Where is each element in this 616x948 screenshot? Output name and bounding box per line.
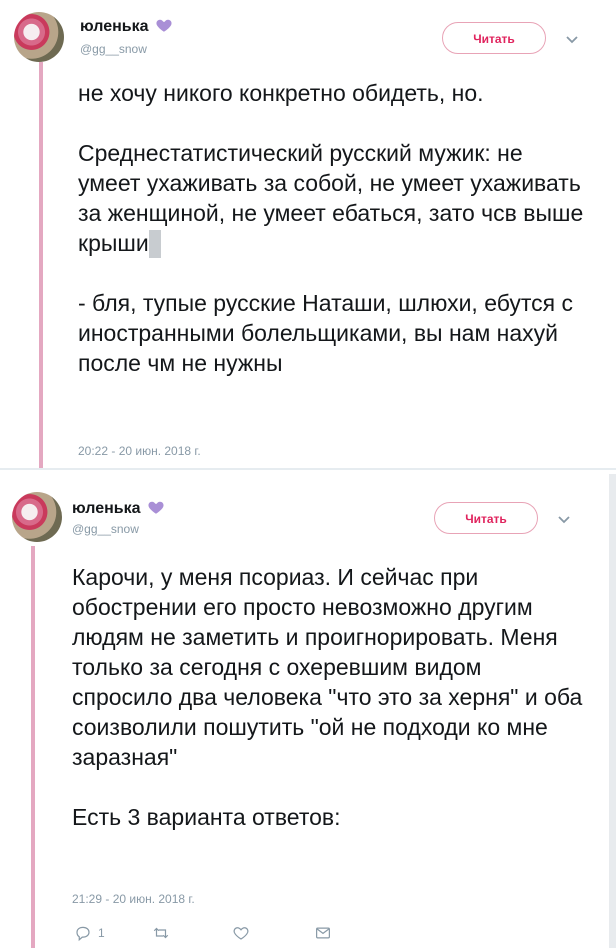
retweet-icon [153, 927, 169, 939]
like-button[interactable] [232, 924, 250, 942]
chevron-down-icon[interactable] [565, 35, 579, 45]
reply-icon [76, 926, 90, 942]
thread-line [31, 546, 35, 948]
tweet-1: юленька @gg__snow Читать не хочу никого … [0, 0, 616, 468]
tweet-text-paragraph: Карочи, у меня псориаз. И сейчас при обо… [72, 564, 589, 770]
reply-button[interactable]: 1 [74, 924, 105, 942]
thread-line [39, 62, 43, 468]
follow-button[interactable]: Читать [442, 22, 546, 54]
chevron-down-icon[interactable] [557, 515, 571, 525]
display-name[interactable]: юленька [72, 498, 165, 518]
reply-count: 1 [98, 926, 105, 940]
avatar[interactable] [12, 492, 62, 542]
tweet-actions: 1 [74, 924, 394, 944]
divider [0, 468, 616, 470]
like-icon [233, 927, 249, 940]
text-cursor [148, 230, 161, 258]
avatar[interactable] [14, 12, 64, 62]
display-name-text[interactable]: юленька [80, 18, 149, 35]
tweet-text-line: не хочу никого конкретно обидеть, но. [78, 80, 484, 106]
display-name-text[interactable]: юленька [72, 500, 141, 517]
tweet-2: юленька @gg__snow Читать Карочи, у меня … [0, 474, 616, 948]
retweet-button[interactable] [152, 924, 170, 942]
tweet-text: Карочи, у меня псориаз. И сейчас при обо… [72, 562, 588, 832]
tweet-text-paragraph: Есть 3 варианта ответов: [72, 804, 341, 830]
purple-heart-icon [156, 19, 172, 32]
message-button[interactable] [314, 924, 332, 942]
handle[interactable]: @gg__snow [80, 42, 147, 56]
display-name[interactable]: юленька [80, 16, 173, 36]
purple-heart-icon [148, 501, 164, 514]
follow-button[interactable]: Читать [434, 502, 538, 534]
timestamp[interactable]: 20:22 - 20 июн. 2018 г. [78, 444, 201, 458]
tweet-text: не хочу никого конкретно обидеть, но. Ср… [78, 78, 588, 378]
timestamp[interactable]: 21:29 - 20 июн. 2018 г. [72, 892, 195, 906]
tweet-text-paragraph: - бля, тупые русские Наташи, шлюхи, ебут… [78, 290, 580, 376]
handle[interactable]: @gg__snow [72, 522, 139, 536]
message-icon [316, 927, 330, 939]
